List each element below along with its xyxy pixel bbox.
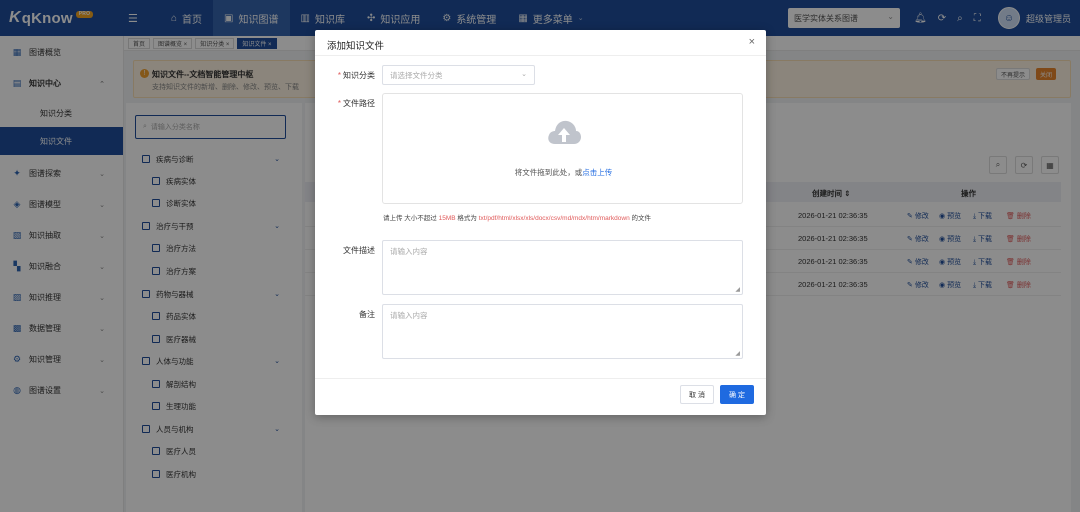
description-label: 文件描述 bbox=[343, 246, 375, 255]
remark-textarea[interactable]: 请输入内容 ◢ bbox=[382, 304, 743, 359]
dialog-title: 添加知识文件 bbox=[327, 41, 385, 52]
category-select[interactable]: 请选择文件分类 ⌄ bbox=[382, 65, 535, 85]
resize-handle-icon[interactable]: ◢ bbox=[735, 286, 740, 293]
click-upload-link[interactable]: 点击上传 bbox=[582, 168, 612, 177]
divider bbox=[315, 55, 766, 56]
resize-handle-icon[interactable]: ◢ bbox=[735, 350, 740, 357]
chevron-down-icon: ⌄ bbox=[521, 71, 527, 78]
cancel-button[interactable]: 取 消 bbox=[680, 385, 714, 404]
upload-dropzone[interactable]: 将文件拖到此处，或点击上传 bbox=[382, 93, 743, 204]
upload-hint: 请上传 大小不超过 15MB 格式为 txt/pdf/html/xlsx/xls… bbox=[383, 215, 652, 222]
description-textarea[interactable]: 请输入内容 ◢ bbox=[382, 240, 743, 295]
cloud-upload-icon bbox=[548, 120, 581, 144]
divider bbox=[315, 378, 766, 379]
close-icon[interactable]: × bbox=[749, 36, 755, 48]
upload-text: 将文件拖到此处，或点击上传 bbox=[514, 168, 613, 177]
path-label: * 文件路径 bbox=[337, 99, 375, 108]
remark-label: 备注 bbox=[359, 310, 375, 319]
add-knowledge-file-dialog: 添加知识文件 × * 知识分类 请选择文件分类 ⌄ * 文件路径 将文件拖到此处，或点… bbox=[315, 30, 766, 415]
category-label: * 知识分类 bbox=[337, 71, 375, 80]
confirm-button[interactable]: 确 定 bbox=[720, 385, 754, 404]
